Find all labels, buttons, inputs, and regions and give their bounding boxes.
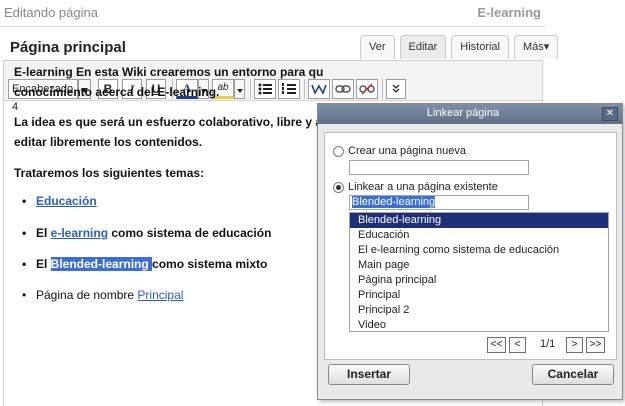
list-item[interactable]: Principal 2 — [350, 303, 608, 318]
list-item[interactable]: Página principal — [350, 273, 608, 288]
paragraph-line: editar libremente los contenidos. — [14, 135, 203, 149]
more-tools-button[interactable] — [386, 79, 406, 99]
paragraph-line: Trataremos los siguientes temas: — [14, 166, 205, 180]
top-bar: Editando página E-learning — [0, 0, 545, 27]
page-title: Página principal — [10, 39, 126, 56]
list-item[interactable]: Principal — [350, 288, 608, 303]
list-item: Educación — [22, 194, 97, 208]
selected-text[interactable]: Blended-learning — [50, 257, 153, 271]
existing-page-input[interactable]: Blended-learning — [349, 195, 529, 210]
text: El — [36, 257, 51, 271]
radio-button[interactable] — [333, 181, 344, 193]
site-name-link[interactable]: E-learning — [477, 5, 541, 20]
text: Página de nombre — [36, 288, 138, 302]
list-item[interactable]: Blended-learning — [350, 213, 608, 228]
unlink-button[interactable] — [356, 79, 378, 99]
radio-new-page[interactable]: Crear una página nueva — [333, 145, 466, 157]
paragraph-line: E-learning En esta Wiki crearemos un ent… — [14, 65, 324, 79]
text: como sistema de educación — [108, 226, 272, 240]
tab-ver[interactable]: Ver — [360, 35, 395, 59]
last-page-button[interactable]: >> — [586, 337, 605, 353]
paragraph-intro: E-learning En esta Wiki crearemos un ent… — [14, 62, 323, 102]
paragraph-topics: Trataremos los siguientes temas: — [14, 163, 204, 183]
wiki-editor-window: Editando página E-learning Página princi… — [0, 0, 625, 406]
tab-historial[interactable]: Historial — [451, 35, 509, 59]
link-e-learning[interactable]: e-learning — [51, 226, 108, 240]
text: como sistema mixto — [152, 257, 268, 271]
dialog-panel: Crear una página nueva Linkear a una pág… — [324, 132, 617, 360]
paragraph-line: La idea es que será un esfuerzo colabora… — [14, 115, 323, 129]
dialog-title: Linkear página — [426, 107, 500, 119]
link-principal[interactable]: Principal — [137, 288, 183, 302]
radio-label: Crear una página nueva — [348, 145, 467, 157]
unlink-icon — [359, 83, 375, 95]
list-item[interactable]: Main page — [350, 258, 608, 273]
page-list[interactable]: Blended-learning Educación El e-learning… — [349, 212, 609, 332]
insert-link-button[interactable] — [332, 79, 354, 99]
radio-button[interactable] — [333, 145, 344, 157]
radio-existing-page[interactable]: Linkear a una página existente — [333, 181, 498, 193]
list-item[interactable]: Educación — [350, 228, 608, 243]
tab-editar[interactable]: Editar — [399, 35, 447, 59]
first-page-button[interactable]: << — [487, 337, 506, 353]
prev-page-button[interactable]: < — [509, 337, 526, 353]
context-label: Editando página — [4, 5, 98, 20]
list-item: El e-learning como sistema de educación — [22, 226, 272, 240]
list-item: Página de nombre Principal — [22, 288, 183, 302]
paragraph-idea: La idea es que será un esfuerzo colabora… — [14, 112, 322, 152]
list-item[interactable]: Video — [350, 318, 608, 333]
paragraph-line: conocimiento acerca del E-learning. — [14, 85, 220, 99]
chain-link-icon — [335, 85, 351, 93]
radio-label: Linkear a una página existente — [348, 181, 498, 193]
list-item: El Blended-learning como sistema mixto — [22, 257, 268, 271]
list-item[interactable]: El e-learning como sistema de educación — [350, 243, 608, 258]
toolbar-separator — [382, 79, 383, 99]
existing-page-value: Blended-learning — [352, 196, 436, 208]
double-chevron-down-icon — [392, 84, 400, 93]
dialog-title-bar[interactable]: Linkear página ✕ — [318, 104, 622, 124]
tab-mas[interactable]: Más▾ — [514, 35, 559, 59]
link-page-dialog: Linkear página ✕ Crear una página nueva … — [317, 103, 623, 400]
new-page-input[interactable] — [349, 160, 529, 175]
text: El — [36, 226, 51, 240]
link-educacion[interactable]: Educación — [36, 194, 97, 208]
insert-button[interactable]: Insertar — [328, 364, 410, 385]
page-indicator: 1/1 — [540, 338, 556, 350]
page-tabs: Ver Editar Historial Más▾ — [360, 35, 563, 59]
cancel-button[interactable]: Cancelar — [532, 364, 614, 385]
close-icon[interactable]: ✕ — [602, 107, 618, 121]
next-page-button[interactable]: > — [566, 337, 583, 353]
